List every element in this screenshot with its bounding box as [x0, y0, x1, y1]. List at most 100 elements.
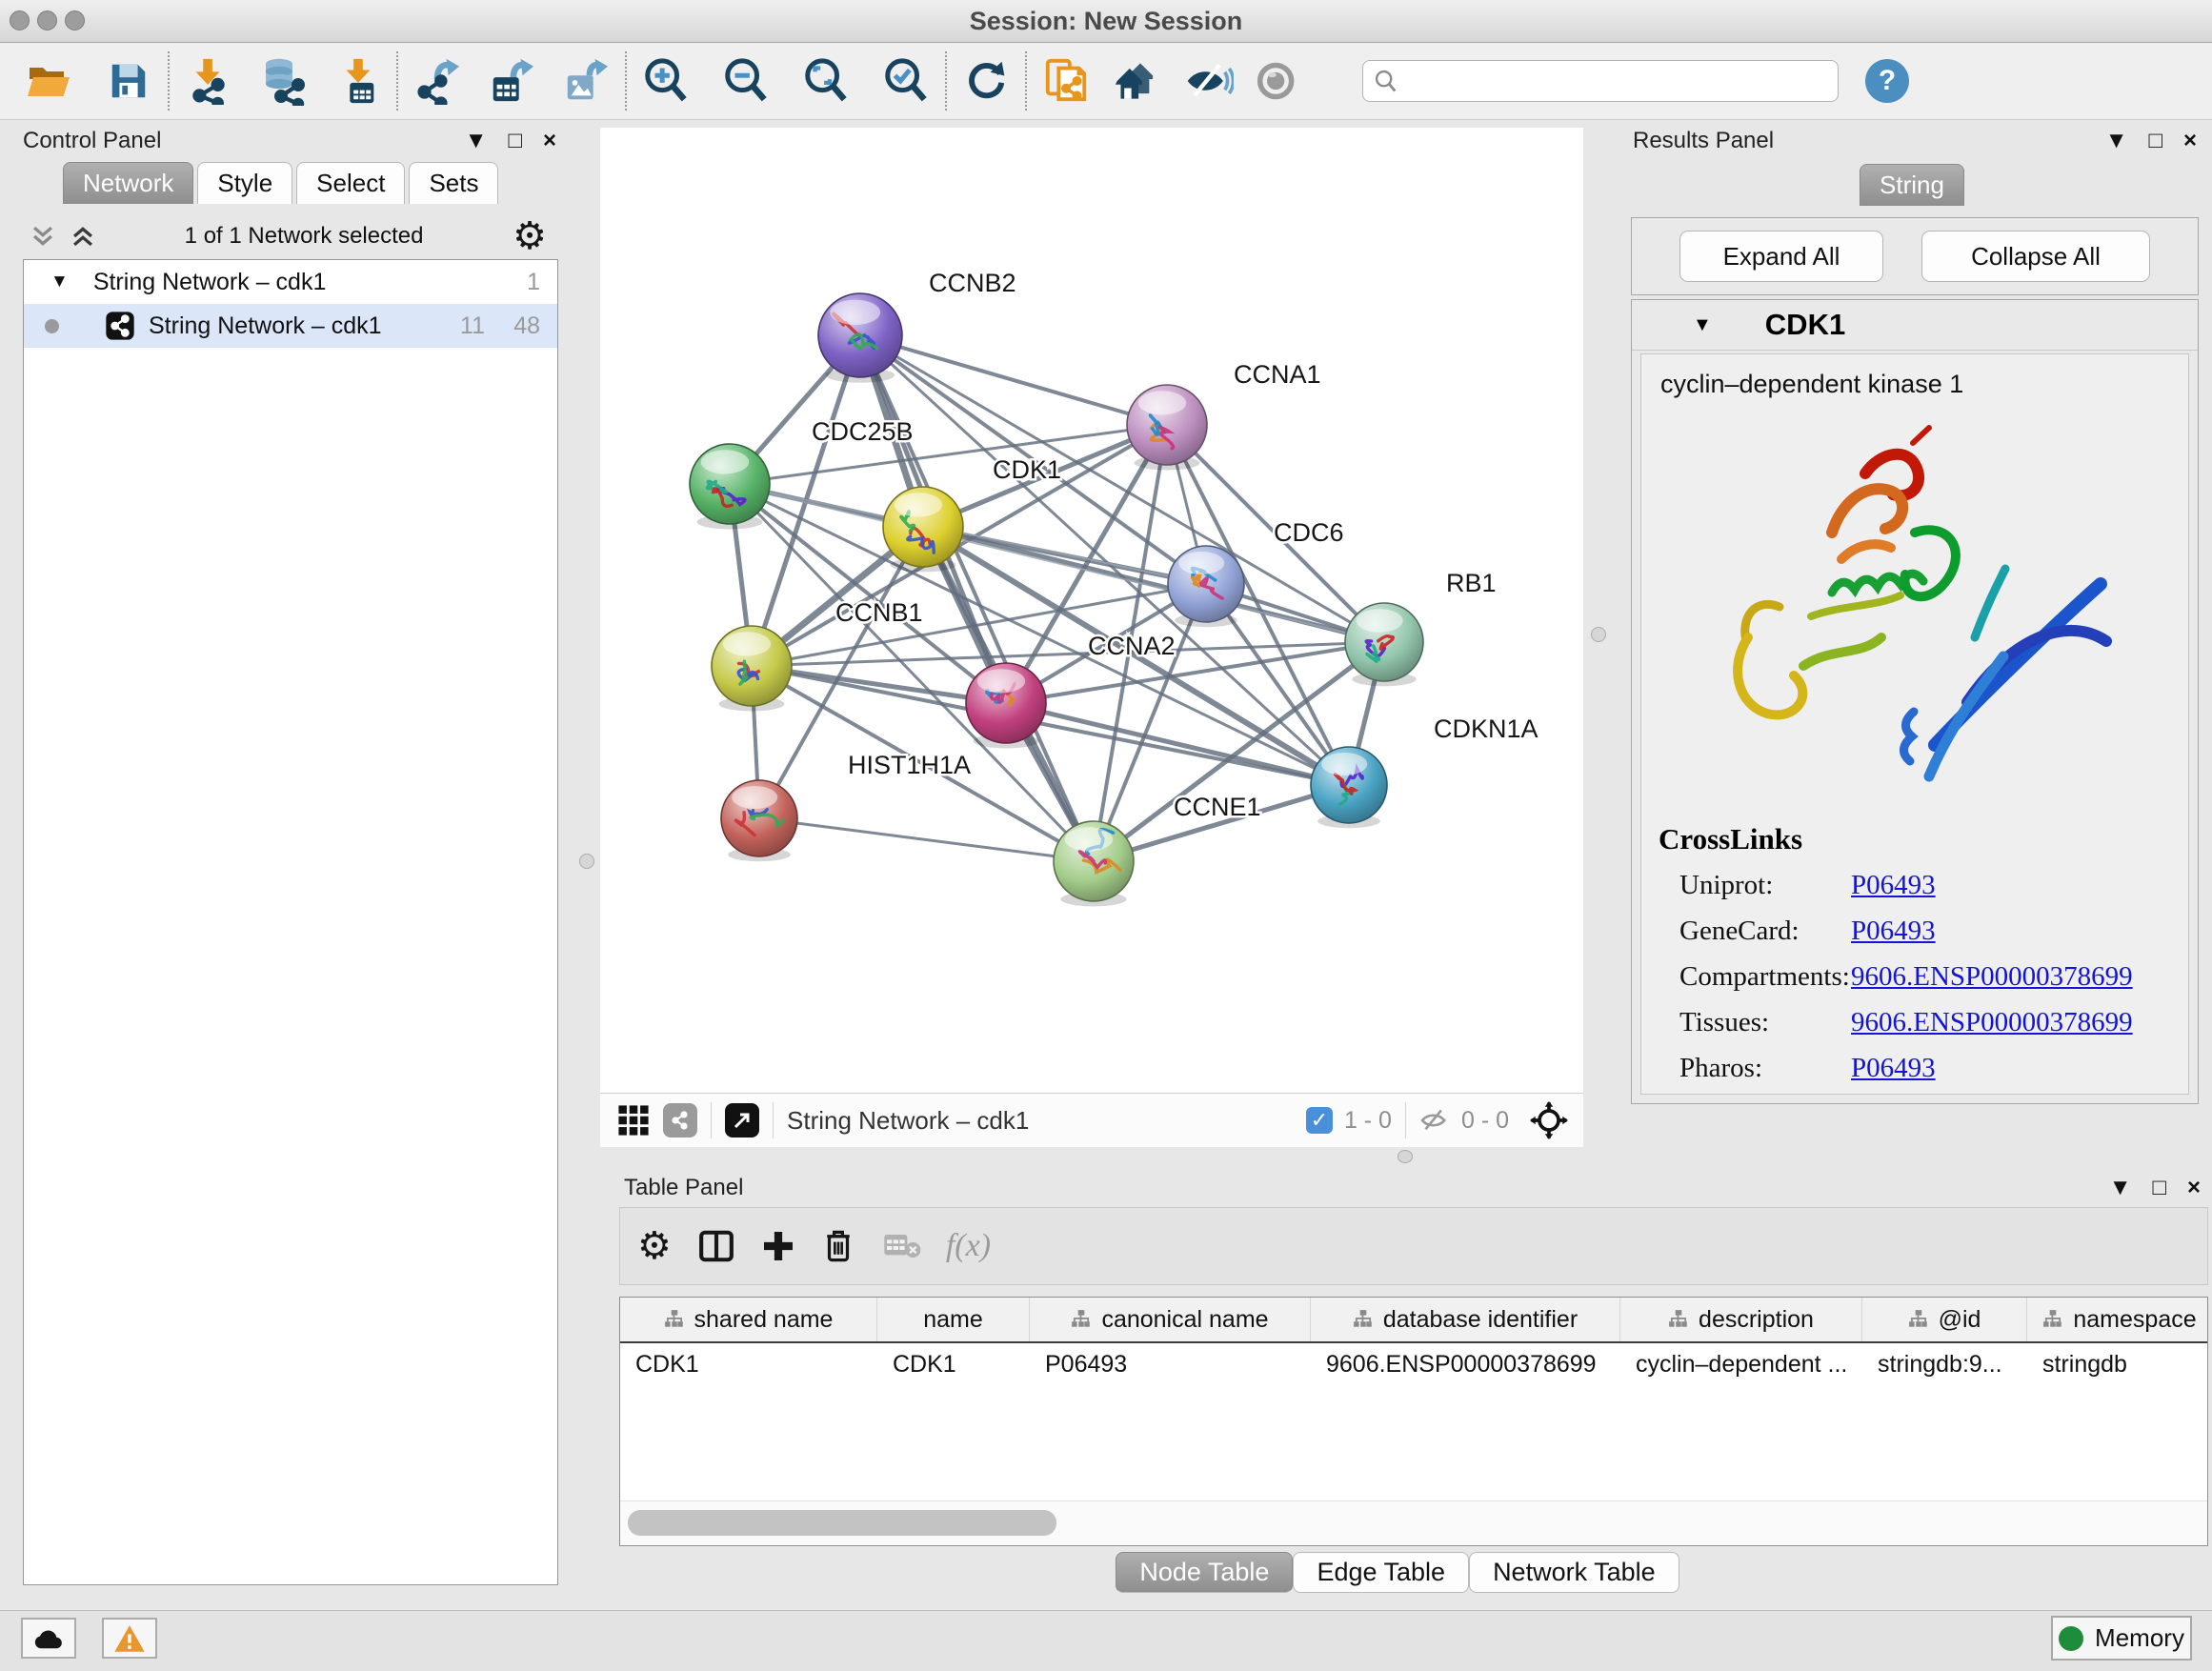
collapse-all-networks-icon[interactable]	[30, 223, 55, 250]
right-splitter-handle[interactable]	[1591, 627, 1606, 642]
scrollbar-thumb[interactable]	[628, 1510, 1056, 1536]
control-panel-menu-caret[interactable]: ▼	[465, 128, 488, 154]
column-header-name[interactable]: name	[877, 1298, 1030, 1341]
move-crosshair-icon[interactable]	[1530, 1101, 1568, 1139]
table-cell[interactable]: stringdb:9...	[1862, 1343, 2027, 1385]
tab-node-table[interactable]: Node Table	[1116, 1552, 1293, 1593]
column-header-database-identifier[interactable]: database identifier	[1311, 1298, 1620, 1341]
window-minimize-dot[interactable]	[37, 10, 57, 30]
crosslink-value-link[interactable]: 9606.ENSP00000378699	[1851, 1007, 2133, 1038]
table-options-gear-icon[interactable]: ⚙	[637, 1227, 672, 1265]
results-panel-menu-caret[interactable]: ▼	[2105, 128, 2128, 154]
export-network-button[interactable]	[410, 53, 465, 109]
memory-button[interactable]: Memory	[2051, 1616, 2192, 1661]
export-image-button[interactable]	[558, 53, 613, 109]
import-network-button[interactable]	[181, 53, 236, 109]
string-documents-button[interactable]	[1038, 53, 1094, 109]
zoom-out-button[interactable]	[718, 53, 774, 109]
import-network-from-database-button[interactable]	[255, 53, 311, 109]
column-header-namespace[interactable]: namespace	[2027, 1298, 2208, 1341]
node-RB1[interactable]	[1345, 603, 1423, 686]
column-header-description[interactable]: description	[1620, 1298, 1862, 1341]
create-column-plus-icon[interactable]	[761, 1229, 795, 1263]
import-table-button[interactable]	[330, 53, 385, 109]
tab-select[interactable]: Select	[296, 162, 405, 204]
node-CCNA2[interactable]	[966, 663, 1046, 748]
birds-eye-grid-icon[interactable]	[617, 1104, 650, 1137]
column-header-shared-name[interactable]: shared name	[620, 1298, 877, 1341]
crosslink-value-link[interactable]: P06493	[1851, 916, 1936, 947]
show-hide-button[interactable]	[1181, 53, 1237, 109]
table-cell[interactable]: P06493	[1030, 1343, 1311, 1385]
table-cell[interactable]: CDK1	[620, 1343, 877, 1385]
section-expander-icon[interactable]: ▼	[1693, 314, 1712, 336]
show-columns-icon[interactable]	[698, 1228, 734, 1264]
expand-all-networks-icon[interactable]	[70, 223, 95, 250]
crosslink-value-link[interactable]: P06493	[1851, 1053, 1936, 1084]
search-input[interactable]	[1399, 67, 1828, 95]
node-CCNE1[interactable]	[1054, 821, 1134, 906]
tab-sets[interactable]: Sets	[409, 162, 498, 204]
help-button[interactable]: ?	[1865, 59, 1909, 103]
network-collection-row[interactable]: ▼ String Network – cdk1 1	[24, 260, 557, 304]
tree-expander-icon[interactable]: ▼	[50, 272, 69, 292]
table-panel-float-icon[interactable]: □	[2152, 1175, 2166, 1201]
open-in-new-window-button[interactable]	[725, 1103, 759, 1137]
table-cell[interactable]: stringdb	[2027, 1343, 2208, 1385]
node-section-header[interactable]: ▼ CDK1	[1632, 300, 2198, 351]
cloud-button[interactable]	[21, 1618, 76, 1659]
node-CDC25B[interactable]	[690, 444, 770, 529]
toolbar-search[interactable]	[1362, 60, 1839, 102]
tab-string[interactable]: String	[1860, 164, 1964, 206]
control-panel-float-icon[interactable]: □	[508, 128, 522, 154]
window-close-dot[interactable]	[10, 10, 30, 30]
table-row[interactable]: CDK1CDK1P064939606.ENSP00000378699cyclin…	[620, 1343, 2207, 1385]
crosslink-value-link[interactable]: 9606.ENSP00000378699	[1851, 961, 2133, 993]
edge-RB1-CCNB1[interactable]	[752, 642, 1384, 666]
network-options-gear-icon[interactable]: ⚙	[513, 217, 547, 255]
network-view-canvas[interactable]: CCNB2CCNA1CDC25BCDK1CDC6RB1CCNB1CCNA2CDK…	[600, 128, 1583, 1093]
table-cell[interactable]: cyclin–dependent ...	[1620, 1343, 1862, 1385]
edge-HIST1H1A-CCNE1[interactable]	[759, 818, 1094, 861]
zoom-fit-button[interactable]	[798, 53, 854, 109]
zoom-selected-button[interactable]	[878, 53, 934, 109]
crosslink-value-link[interactable]: P06493	[1851, 870, 1936, 901]
left-splitter-handle[interactable]	[579, 854, 594, 869]
window-zoom-dot[interactable]	[65, 10, 85, 30]
column-header--id[interactable]: @id	[1862, 1298, 2027, 1341]
network-row-selected[interactable]: String Network – cdk1 11 48	[24, 304, 557, 348]
warnings-button[interactable]	[102, 1618, 157, 1659]
selected-checkbox-icon[interactable]: ✓	[1306, 1107, 1333, 1134]
hide-others-button[interactable]	[1250, 53, 1305, 109]
results-panel-float-icon[interactable]: □	[2148, 128, 2162, 154]
export-table-button[interactable]	[484, 53, 539, 109]
tab-network-table[interactable]: Network Table	[1469, 1552, 1679, 1593]
network-graph[interactable]: CCNB2CCNA1CDC25BCDK1CDC6RB1CCNB1CCNA2CDK…	[600, 128, 1583, 1093]
open-session-button[interactable]	[21, 53, 76, 109]
refresh-button[interactable]	[958, 53, 1014, 109]
tab-style[interactable]: Style	[197, 162, 292, 204]
table-cell[interactable]: 9606.ENSP00000378699	[1311, 1343, 1620, 1385]
node-table[interactable]: shared namenamecanonical namedatabase id…	[619, 1297, 2208, 1546]
collapse-all-button[interactable]: Collapse All	[1921, 231, 2150, 282]
node-CCNB1[interactable]	[712, 626, 792, 711]
zoom-in-button[interactable]	[638, 53, 694, 109]
results-panel-close-icon[interactable]: ×	[2183, 128, 2197, 154]
node-CDKN1A[interactable]	[1311, 747, 1387, 828]
node-CCNA1[interactable]	[1127, 385, 1207, 470]
control-panel-close-icon[interactable]: ×	[543, 128, 556, 154]
table-panel-close-icon[interactable]: ×	[2187, 1175, 2201, 1201]
edge-CCNB2-CCNA1[interactable]	[860, 335, 1167, 425]
tab-edge-table[interactable]: Edge Table	[1293, 1552, 1469, 1593]
node-HIST1H1A[interactable]	[721, 780, 797, 861]
node-CDC6[interactable]	[1168, 546, 1244, 627]
table-panel-menu-caret[interactable]: ▼	[2109, 1175, 2132, 1201]
column-header-canonical-name[interactable]: canonical name	[1030, 1298, 1311, 1341]
expand-all-button[interactable]: Expand All	[1679, 231, 1883, 282]
save-session-button[interactable]	[101, 53, 156, 109]
string-home-button[interactable]	[1113, 53, 1168, 109]
table-cell[interactable]: CDK1	[877, 1343, 1030, 1385]
horizontal-scrollbar[interactable]	[620, 1500, 2207, 1545]
delete-column-trash-icon[interactable]	[822, 1228, 855, 1264]
tab-network[interactable]: Network	[63, 162, 193, 204]
